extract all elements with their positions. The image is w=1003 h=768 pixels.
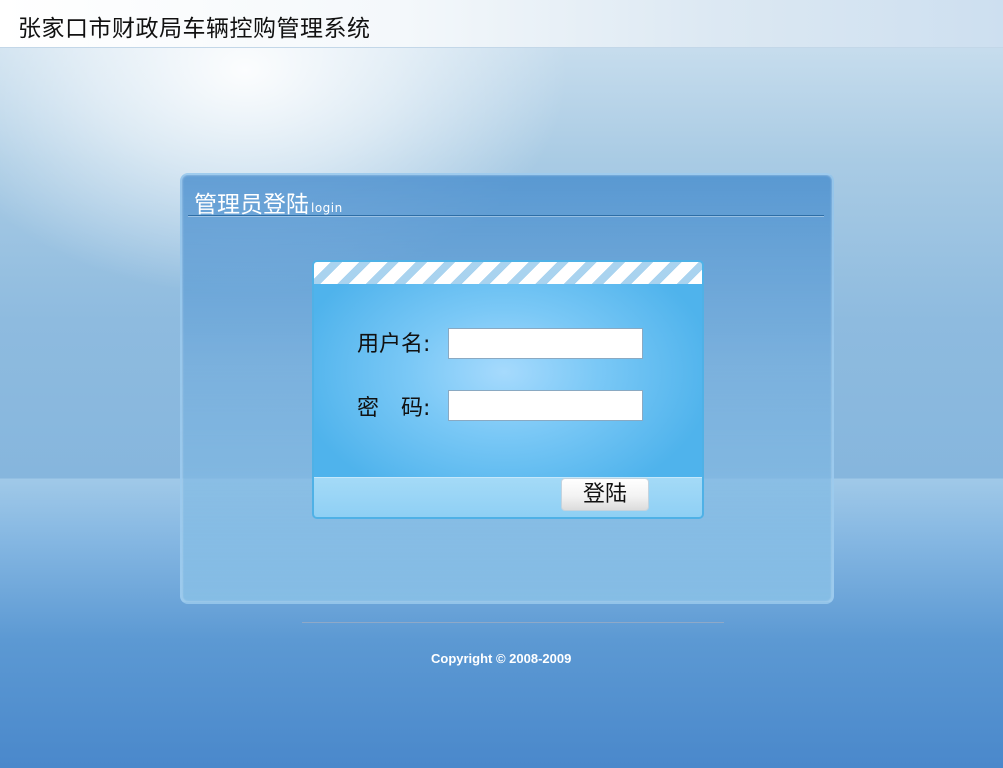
username-input[interactable]	[448, 328, 643, 359]
password-label: 密 码:	[357, 396, 431, 421]
footer-divider	[302, 622, 724, 623]
password-input[interactable]	[448, 390, 643, 421]
panel-divider	[188, 215, 824, 217]
panel-subtitle: login	[311, 201, 343, 215]
login-form-box: 用户名: 密 码: 登陆	[312, 260, 704, 519]
system-title: 张家口市财政局车辆控购管理系统	[18, 16, 371, 42]
login-button[interactable]: 登陆	[561, 478, 649, 511]
top-header-bar: 张家口市财政局车辆控购管理系统	[0, 0, 1003, 48]
copyright-text: Copyright © 2008-2009	[431, 651, 572, 666]
username-label: 用户名:	[357, 332, 431, 357]
striped-banner	[314, 262, 702, 284]
panel-heading: 管理员登陆 login	[194, 185, 343, 219]
form-body: 用户名: 密 码:	[314, 284, 702, 477]
